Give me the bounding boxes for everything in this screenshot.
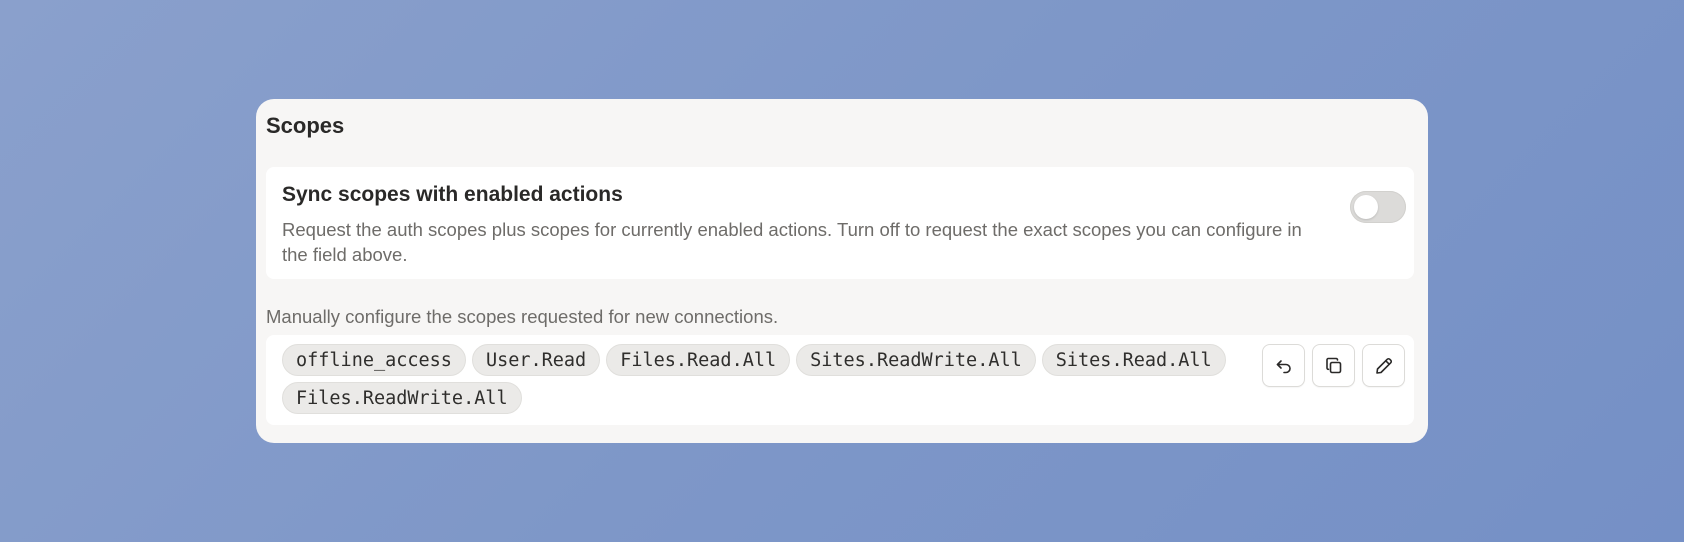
- edit-scopes-button[interactable]: [1362, 344, 1405, 387]
- scope-chip: Files.Read.All: [606, 344, 791, 376]
- card-title: Scopes: [266, 113, 345, 138]
- sync-scopes-description: Request the auth scopes plus scopes for …: [282, 219, 1302, 265]
- toggle-knob: [1354, 195, 1378, 219]
- sync-scopes-panel: Sync scopes with enabled actions Request…: [266, 167, 1414, 279]
- scopes-card: Scopes Sync scopes with enabled actions …: [256, 99, 1428, 443]
- copy-icon: [1325, 357, 1341, 373]
- scope-chip: Sites.Read.All: [1041, 344, 1226, 376]
- reset-scopes-button[interactable]: [1262, 344, 1305, 387]
- scope-chip: offline_access: [282, 344, 466, 376]
- copy-scopes-button[interactable]: [1312, 344, 1355, 387]
- scope-actions: [1262, 344, 1405, 387]
- scope-chip: Files.ReadWrite.All: [282, 382, 522, 414]
- undo-icon: [1276, 359, 1291, 373]
- sync-scopes-title: Sync scopes with enabled actions: [282, 183, 623, 206]
- scopes-field: offline_access User.Read Files.Read.All …: [266, 335, 1414, 425]
- scope-chip: Sites.ReadWrite.All: [796, 344, 1036, 376]
- scope-chip: User.Read: [471, 344, 601, 376]
- manual-scopes-label: Manually configure the scopes requested …: [266, 306, 779, 327]
- sync-scopes-toggle[interactable]: [1350, 191, 1406, 223]
- pencil-icon: [1375, 357, 1392, 374]
- scope-chip-list: offline_access User.Read Files.Read.All …: [282, 344, 1262, 414]
